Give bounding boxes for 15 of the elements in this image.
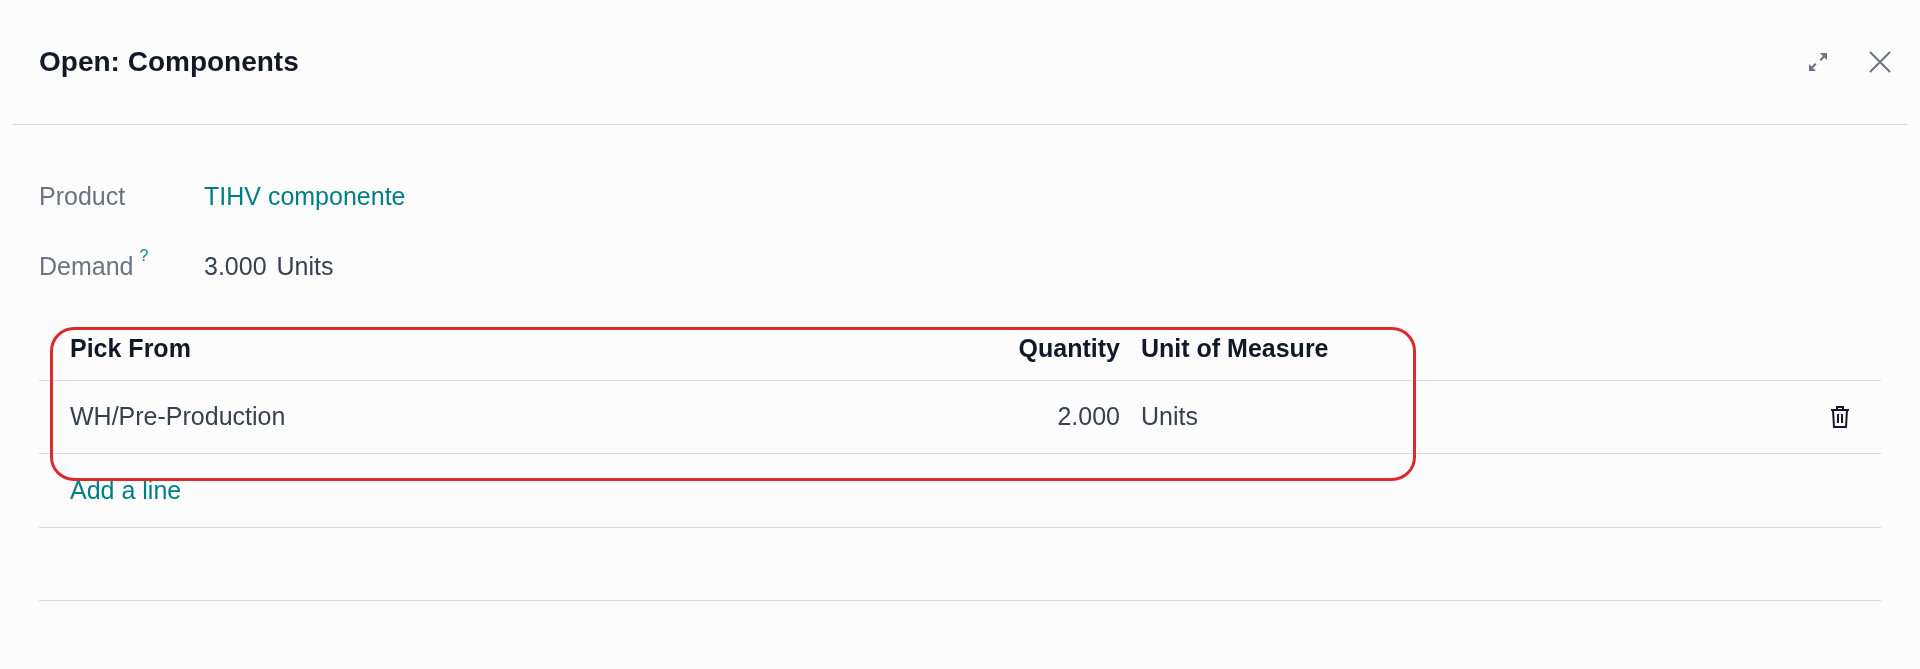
field-value: 3.000 — [204, 251, 267, 283]
field-label: Demand — [39, 251, 134, 283]
column-header: Quantity — [1017, 332, 1120, 364]
delete-icon[interactable] — [1829, 405, 1851, 429]
dialog-title: Open: Components — [39, 45, 300, 79]
table-cell-text: 2.000 — [1056, 401, 1120, 433]
field-label: Product — [39, 181, 126, 213]
product-link[interactable]: TIHV componente — [204, 178, 406, 216]
column-header: Unit of Measure — [1141, 332, 1329, 364]
unit-text: Units — [276, 251, 334, 283]
table-cell-text: WH/Pre-Production — [69, 401, 287, 433]
column-header: Pick From — [69, 332, 192, 364]
table-cell-text: Units — [1141, 401, 1199, 433]
help-icon[interactable]: ? — [139, 248, 149, 265]
add-line-link[interactable]: Add a line — [39, 471, 182, 510]
